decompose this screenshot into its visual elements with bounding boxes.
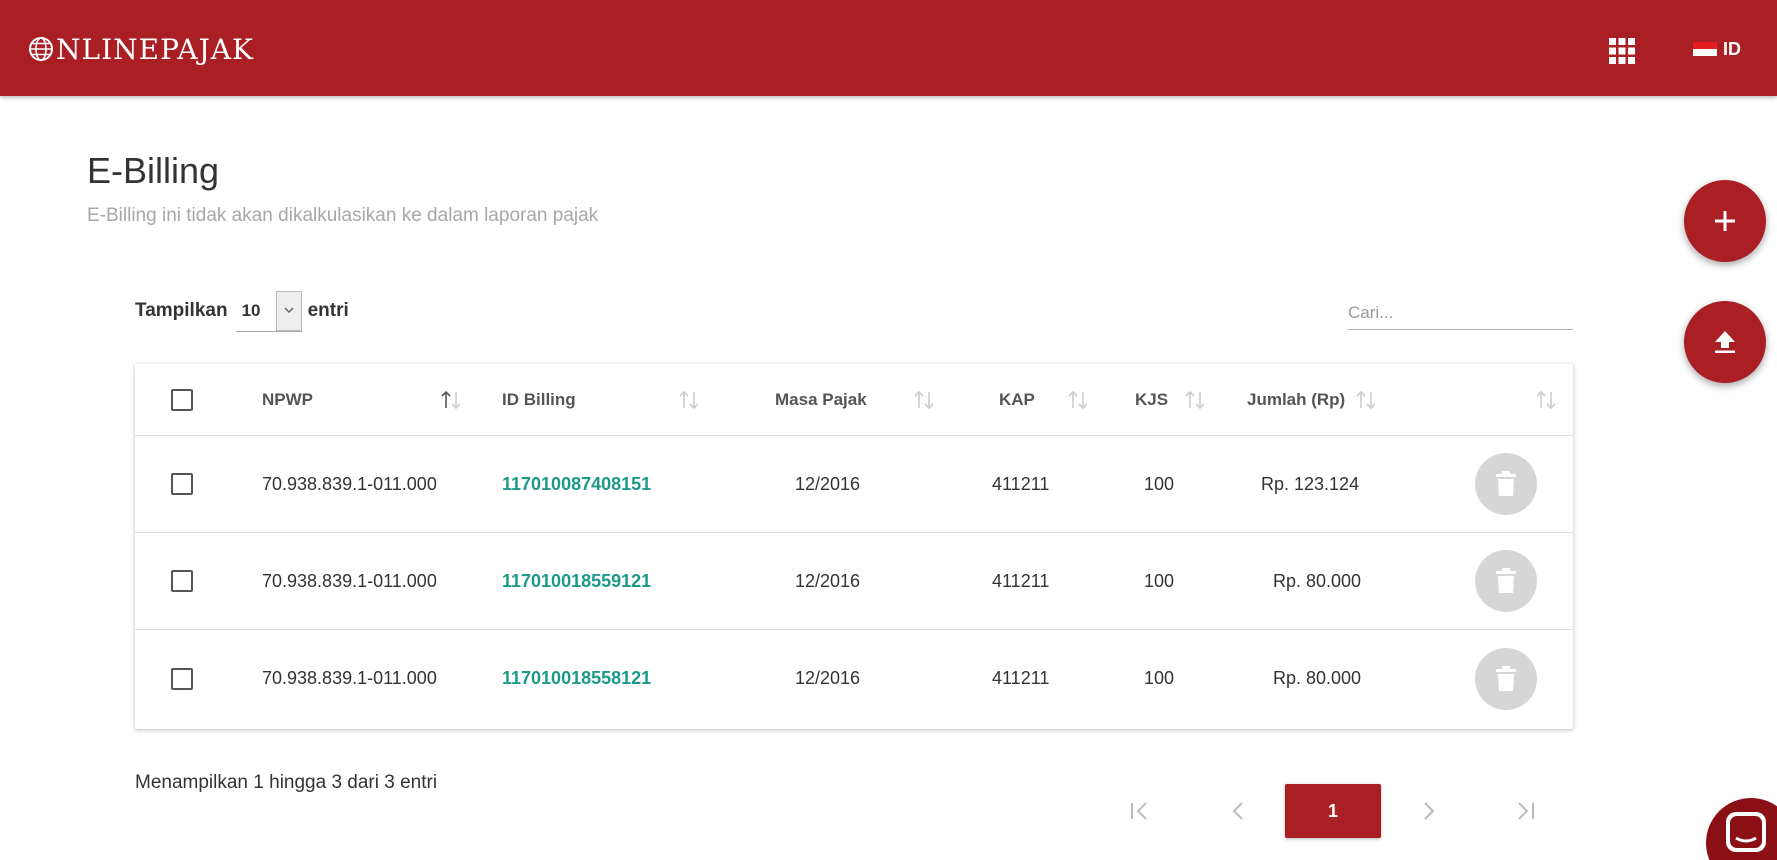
row-actions-cell <box>1475 630 1537 727</box>
globe-icon <box>29 37 53 61</box>
delete-button[interactable] <box>1475 550 1537 612</box>
cell-jumlah: Rp. 80.000 <box>1273 668 1362 688</box>
cell-id-billing-link[interactable]: 117010018559121 <box>502 533 651 629</box>
sort-asc-icon[interactable] <box>440 364 462 435</box>
brand-name: NLINEPAJAK <box>56 32 254 66</box>
page-1-button[interactable]: 1 <box>1285 784 1381 838</box>
delete-button[interactable] <box>1475 647 1537 710</box>
cell-jumlah: Rp. 123.124 <box>1261 473 1360 494</box>
row-checkbox[interactable] <box>171 570 193 592</box>
column-header-masa-pajak[interactable]: Masa Pajak <box>775 364 867 435</box>
next-page-button[interactable] <box>1409 784 1449 838</box>
apps-grid-icon[interactable] <box>1609 38 1635 64</box>
top-navbar: NLINEPAJAK ID <box>0 0 1777 96</box>
page-length-control: Tampilkan 10 entri <box>135 290 349 332</box>
cell-kap: 411211 <box>992 473 1050 494</box>
cell-kjs: 100 <box>1144 473 1175 494</box>
language-label: ID <box>1723 38 1741 59</box>
row-actions-cell <box>1475 436 1537 532</box>
cell-id-billing-link[interactable]: 117010087408151 <box>502 436 651 532</box>
sort-both-icon[interactable] <box>1535 364 1557 435</box>
cell-kjs: 100 <box>1144 668 1175 688</box>
upload-billing-button[interactable] <box>1684 301 1766 383</box>
search-input[interactable] <box>1348 296 1573 330</box>
add-billing-button[interactable] <box>1684 180 1766 262</box>
cell-npwp: 70.938.839.1-011.000 <box>262 668 437 688</box>
length-prefix-label: Tampilkan <box>135 300 228 321</box>
upload-icon <box>1715 331 1735 353</box>
row-checkbox[interactable] <box>171 473 193 495</box>
sort-both-icon[interactable] <box>1184 364 1206 435</box>
sort-both-icon[interactable] <box>1355 364 1377 435</box>
billing-table: NPWP ID Billing Masa Pajak KAP KJS Jumla… <box>135 364 1573 729</box>
table-row: 70.938.839.1-011.000 117010018559121 12/… <box>135 533 1573 630</box>
trash-icon <box>1496 665 1516 691</box>
page-length-value: 10 <box>241 300 261 320</box>
last-page-button[interactable] <box>1505 784 1545 838</box>
trash-icon <box>1496 568 1516 593</box>
page-length-select[interactable]: 10 <box>235 290 302 332</box>
chat-widget-button[interactable] <box>1706 798 1777 860</box>
cell-masa-pajak: 12/2016 <box>795 668 861 688</box>
cell-kjs: 100 <box>1144 570 1175 591</box>
trash-icon <box>1496 471 1516 496</box>
row-select-cell <box>171 436 193 532</box>
language-switcher[interactable]: ID <box>1693 38 1741 60</box>
previous-page-button[interactable] <box>1218 784 1258 838</box>
delete-button[interactable] <box>1475 453 1537 515</box>
sort-both-icon[interactable] <box>678 364 700 435</box>
table-info: Menampilkan 1 hingga 3 dari 3 entri <box>135 772 438 793</box>
plus-icon <box>1715 211 1735 231</box>
length-suffix-label: entri <box>307 300 349 321</box>
brand-logo[interactable]: NLINEPAJAK <box>28 32 254 66</box>
cell-masa-pajak: 12/2016 <box>795 473 861 494</box>
cell-jumlah: Rp. 80.000 <box>1273 570 1362 591</box>
cell-kap: 411211 <box>992 570 1050 591</box>
column-header-id-billing[interactable]: ID Billing <box>502 364 576 435</box>
row-checkbox[interactable] <box>171 667 193 690</box>
cell-npwp: 70.938.839.1-011.000 <box>262 473 437 494</box>
select-all-cell <box>171 364 193 435</box>
cell-npwp: 70.938.839.1-011.000 <box>262 570 437 591</box>
last-page-icon <box>1518 802 1534 820</box>
row-select-cell <box>171 630 193 727</box>
indonesia-flag-icon <box>1693 42 1717 56</box>
sort-both-icon[interactable] <box>913 364 935 435</box>
table-row: 70.938.839.1-011.000 117010018558121 12/… <box>135 630 1573 727</box>
column-header-jumlah[interactable]: Jumlah (Rp) <box>1247 364 1345 435</box>
column-header-kjs[interactable]: KJS <box>1135 364 1168 435</box>
select-all-checkbox[interactable] <box>171 388 193 411</box>
table-header: NPWP ID Billing Masa Pajak KAP KJS Jumla… <box>135 364 1573 436</box>
cell-id-billing-link[interactable]: 117010018558121 <box>502 630 651 727</box>
cell-masa-pajak: 12/2016 <box>795 570 861 591</box>
page-subtitle: E-Billing ini tidak akan dikalkulasikan … <box>87 205 599 226</box>
cell-kap: 411211 <box>992 668 1050 688</box>
chevron-down-icon[interactable] <box>275 290 302 331</box>
page-title: E-Billing <box>87 150 220 191</box>
chat-icon <box>1726 812 1766 852</box>
first-page-icon <box>1131 802 1147 820</box>
chevron-right-icon <box>1424 802 1435 820</box>
chevron-left-icon <box>1232 802 1243 820</box>
sort-both-icon[interactable] <box>1067 364 1089 435</box>
column-header-kap[interactable]: KAP <box>999 364 1035 435</box>
table-row: 70.938.839.1-011.000 117010087408151 12/… <box>135 436 1573 533</box>
column-header-npwp[interactable]: NPWP <box>262 364 313 435</box>
row-select-cell <box>171 533 193 629</box>
row-actions-cell <box>1475 533 1537 629</box>
first-page-button[interactable] <box>1120 784 1160 838</box>
